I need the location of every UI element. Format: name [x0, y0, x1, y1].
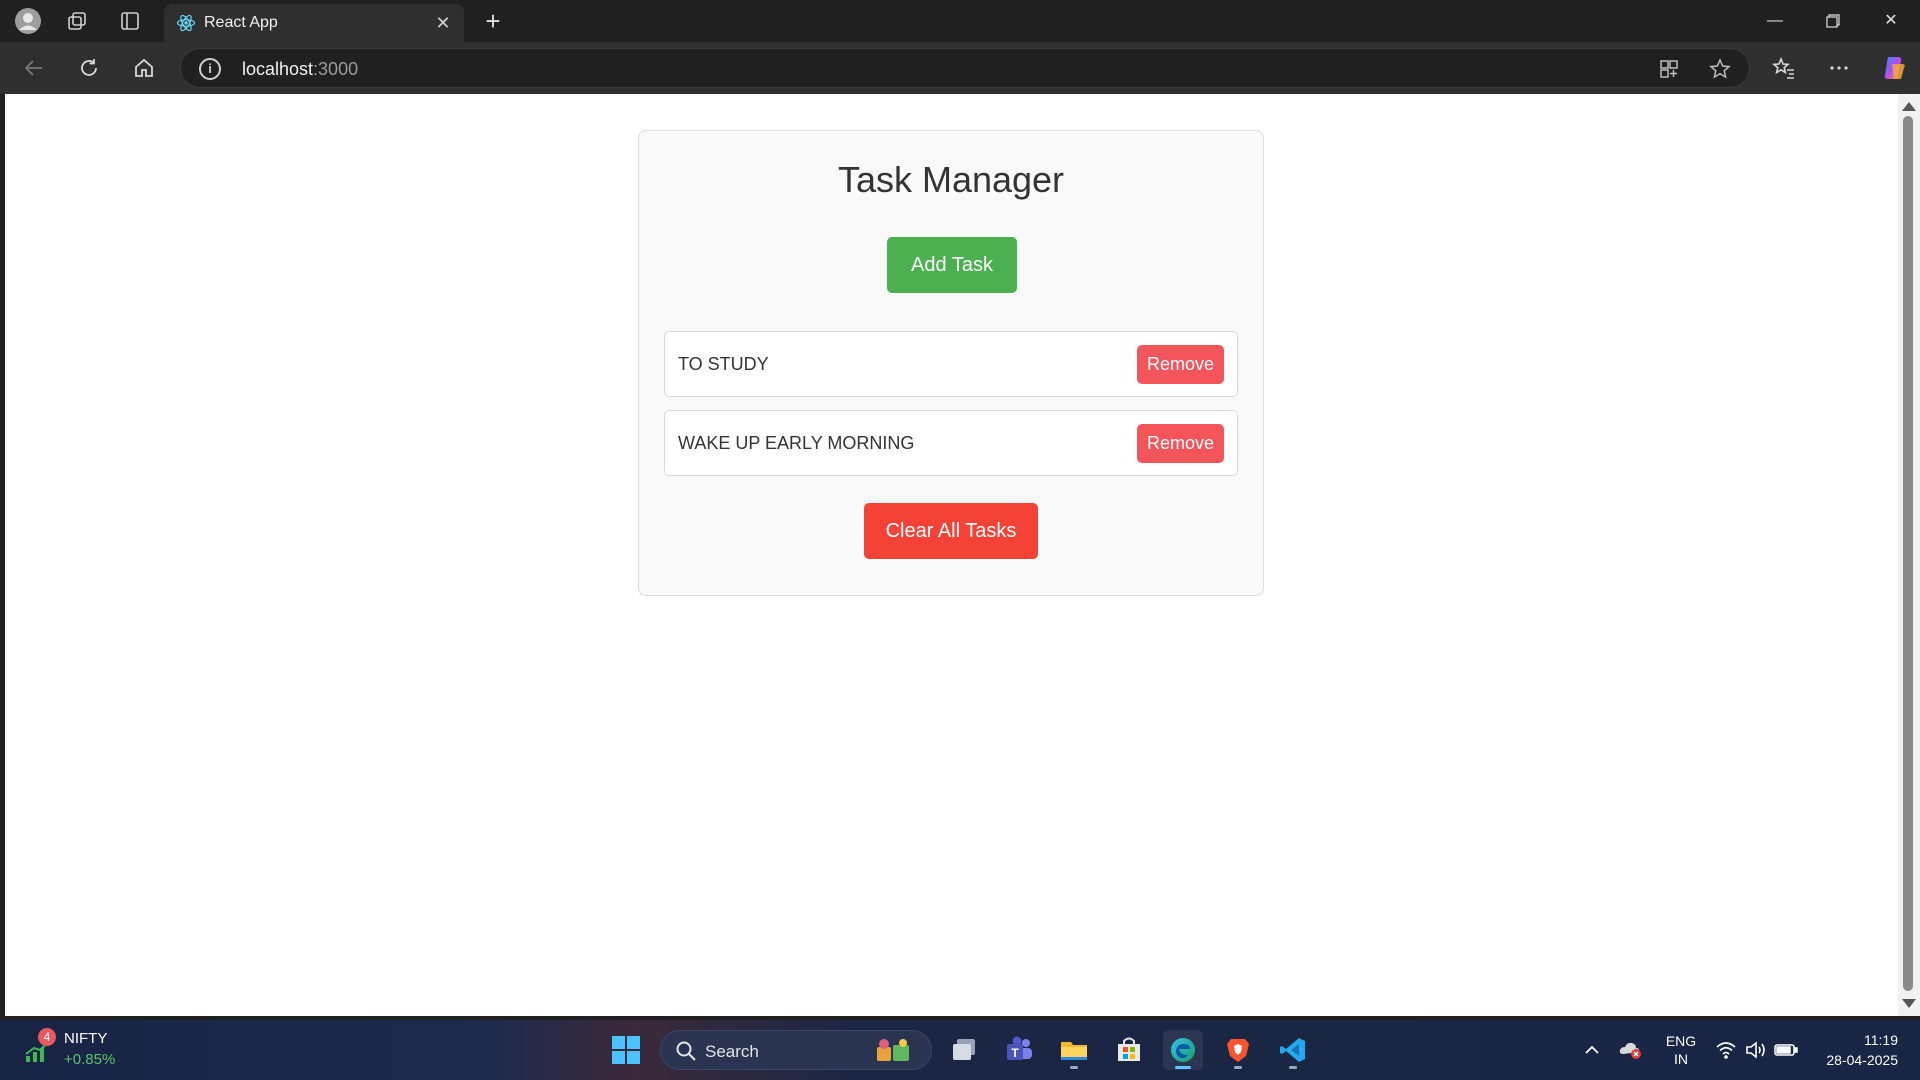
- clock-time: 11:19: [1864, 1032, 1898, 1048]
- teams-icon[interactable]: T: [999, 1030, 1039, 1070]
- file-explorer-icon[interactable]: [1054, 1030, 1094, 1070]
- url-text: localhost:3000: [242, 59, 358, 80]
- favorite-icon[interactable]: [1708, 57, 1732, 81]
- workspaces-icon[interactable]: [63, 7, 91, 35]
- task-text: WAKE UP EARLY MORNING: [678, 433, 915, 453]
- system-clock[interactable]: 11:19 28-04-2025: [1814, 1030, 1898, 1070]
- clock-date: 28-04-2025: [1826, 1052, 1898, 1068]
- windows-taskbar: 4 NIFTY +0.85% Search T ENG IN 11:19 28-…: [0, 1020, 1920, 1080]
- react-icon: [176, 14, 196, 32]
- home-icon[interactable]: [128, 52, 160, 84]
- clear-all-tasks-button[interactable]: Clear All Tasks: [864, 503, 1038, 559]
- store-icon[interactable]: [1109, 1030, 1149, 1070]
- tab-actions-icon[interactable]: [116, 7, 144, 35]
- running-indicator: [1234, 1066, 1242, 1069]
- address-bar[interactable]: i localhost:3000: [180, 48, 1750, 88]
- back-icon[interactable]: [18, 52, 50, 84]
- region-code: IN: [1674, 1051, 1688, 1067]
- browser-tab-strip: React App ✕ + — ✕: [0, 0, 1920, 42]
- edge-icon[interactable]: [1163, 1030, 1203, 1070]
- search-icon: [676, 1041, 696, 1061]
- profile-icon[interactable]: [14, 7, 42, 35]
- page-title: Task Manager: [837, 159, 1065, 200]
- scroll-up-arrow[interactable]: [1902, 102, 1916, 111]
- scroll-thumb[interactable]: [1903, 116, 1913, 991]
- new-tab-icon[interactable]: +: [478, 6, 508, 36]
- stock-name: NIFTY: [64, 1030, 108, 1047]
- battery-icon[interactable]: [1766, 1030, 1806, 1070]
- window-close-icon[interactable]: ✕: [1871, 6, 1911, 36]
- language-indicator[interactable]: ENG IN: [1665, 1032, 1697, 1068]
- app-available-icon[interactable]: [1657, 57, 1681, 81]
- running-indicator: [1289, 1066, 1297, 1069]
- url-host: localhost: [242, 59, 314, 79]
- close-icon[interactable]: ✕: [432, 12, 454, 34]
- remove-task-button[interactable]: Remove: [1137, 424, 1224, 463]
- search-label: Search: [705, 1042, 759, 1061]
- add-task-button[interactable]: Add Task: [887, 237, 1017, 293]
- task-text: TO STUDY: [678, 354, 769, 374]
- scroll-down-arrow[interactable]: [1902, 999, 1916, 1008]
- tab-title: React App: [204, 14, 278, 31]
- taskbar-search[interactable]: Search: [660, 1030, 932, 1070]
- url-port: :3000: [313, 59, 359, 79]
- restore-icon[interactable]: [1813, 6, 1853, 36]
- svg-text:T: T: [1011, 1046, 1019, 1060]
- task-view-icon[interactable]: [944, 1030, 984, 1070]
- task-item: WAKE UP EARLY MORNING Remove: [664, 410, 1238, 476]
- copilot-icon[interactable]: [1878, 52, 1910, 84]
- refresh-icon[interactable]: [73, 52, 105, 84]
- language-code: ENG: [1665, 1033, 1697, 1049]
- remove-task-button[interactable]: Remove: [1137, 345, 1224, 384]
- favorites-icon[interactable]: [1768, 52, 1800, 84]
- vscode-icon[interactable]: [1273, 1030, 1313, 1070]
- notification-badge: 4: [38, 1028, 56, 1046]
- task-item: TO STUDY Remove: [664, 331, 1238, 397]
- brave-icon[interactable]: [1218, 1030, 1258, 1070]
- onedrive-error-icon[interactable]: [1611, 1030, 1651, 1070]
- info-icon[interactable]: i: [199, 58, 221, 80]
- browser-toolbar: i localhost:3000: [0, 42, 1920, 94]
- minimize-icon[interactable]: —: [1755, 6, 1795, 36]
- active-indicator: [1175, 1066, 1191, 1069]
- running-indicator: [1070, 1066, 1078, 1069]
- stock-change: +0.85%: [64, 1051, 116, 1068]
- show-hidden-icons-chevron-icon[interactable]: [1572, 1030, 1612, 1070]
- start-icon[interactable]: [606, 1030, 646, 1070]
- search-highlight-icon: [877, 1039, 909, 1061]
- task-manager-card: Task Manager Add Task TO STUDY Remove WA…: [638, 130, 1264, 596]
- active-tab[interactable]: React App ✕: [164, 4, 464, 42]
- more-icon[interactable]: [1823, 52, 1855, 84]
- vertical-scrollbar[interactable]: [1898, 94, 1920, 1016]
